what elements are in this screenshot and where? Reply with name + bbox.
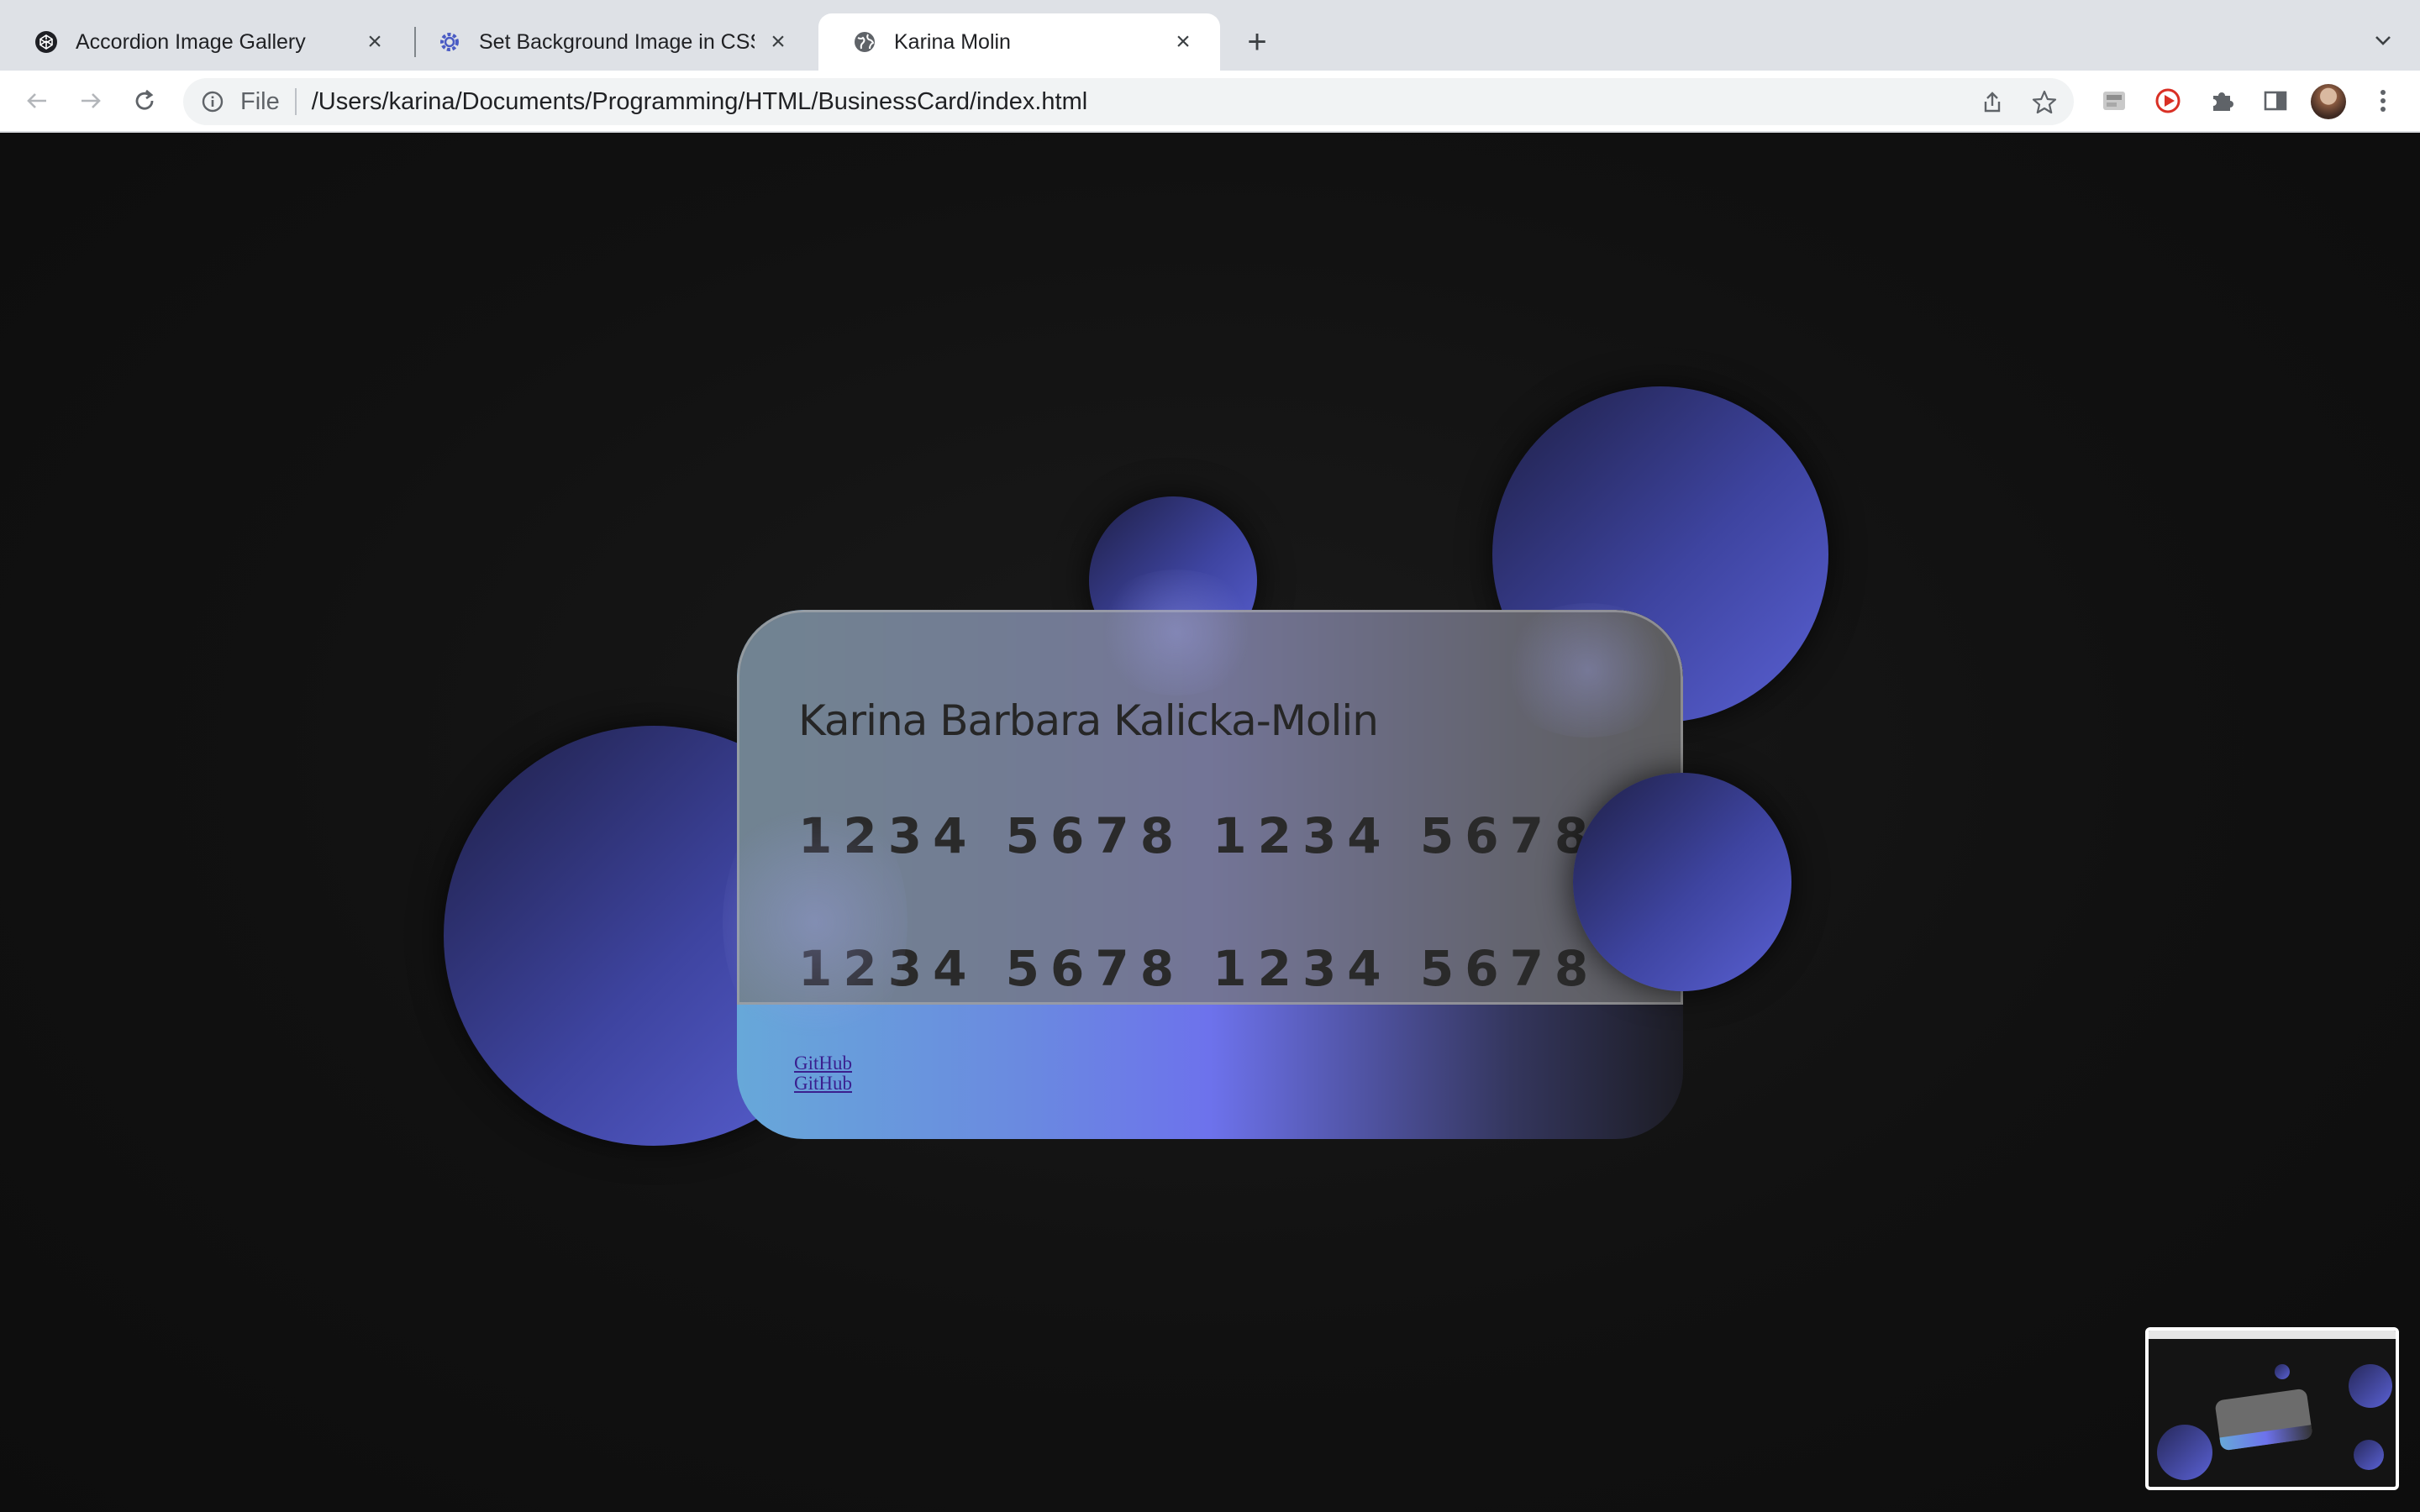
- tab-karina-molin[interactable]: Karina Molin ×: [818, 13, 1220, 71]
- thumbnail-card: [2214, 1388, 2313, 1452]
- thumbnail-circle: [2157, 1425, 2212, 1480]
- close-tab-icon[interactable]: ×: [765, 28, 792, 55]
- github-link[interactable]: GitHub: [794, 1074, 852, 1094]
- codepen-icon: [34, 29, 59, 55]
- card-holder-name: Karina Barbara Kalicka-Molin: [798, 696, 1379, 745]
- tab-title: Accordion Image Gallery: [76, 29, 306, 54]
- card-front-glass: Karina Barbara Kalicka-Molin 1234 5678 1…: [737, 610, 1683, 1005]
- screen-recorder-icon[interactable]: [2151, 84, 2185, 118]
- thumbnail-circle: [2354, 1440, 2384, 1470]
- info-icon[interactable]: [200, 89, 225, 114]
- tab-title: Set Background Image in CSS |: [479, 29, 755, 54]
- reload-icon[interactable]: [126, 82, 163, 119]
- decorative-circle-right: [1573, 773, 1791, 991]
- puzzle-icon[interactable]: [2205, 84, 2238, 118]
- extension-app-icon[interactable]: [2097, 84, 2131, 118]
- tab-accordion-image-gallery[interactable]: Accordion Image Gallery ×: [0, 13, 412, 71]
- github-link[interactable]: GitHub: [794, 1053, 852, 1074]
- browser-toolbar: File /Users/karina/Documents/Programming…: [0, 71, 2420, 133]
- back-arrow-icon[interactable]: [18, 82, 55, 119]
- divider: [294, 88, 297, 115]
- page-viewport: Karina Barbara Kalicka-Molin 1234 5678 1…: [0, 133, 2420, 1512]
- share-icon[interactable]: [1978, 88, 2007, 117]
- url-text[interactable]: /Users/karina/Documents/Programming/HTML…: [312, 88, 1087, 116]
- side-panel-icon[interactable]: [2259, 84, 2292, 118]
- thumbnail-circle: [2275, 1364, 2290, 1379]
- card-number-line-1: 1234 5678 1234 5678: [798, 807, 1600, 864]
- gear-icon: [437, 29, 462, 55]
- tab-set-background-image[interactable]: Set Background Image in CSS | ×: [420, 13, 815, 71]
- forward-arrow-icon[interactable]: [72, 82, 109, 119]
- address-bar[interactable]: File /Users/karina/Documents/Programming…: [183, 78, 2074, 125]
- new-tab-button[interactable]: +: [1240, 24, 1274, 60]
- url-scheme-label: File: [240, 87, 280, 115]
- screenshot-thumbnail[interactable]: [2145, 1327, 2399, 1490]
- star-icon[interactable]: [2030, 88, 2059, 117]
- avatar[interactable]: [2311, 84, 2346, 119]
- thumbnail-browser-bar: [2149, 1331, 2396, 1339]
- tab-title: Karina Molin: [894, 29, 1011, 54]
- card-links: GitHub GitHub: [794, 1053, 852, 1094]
- card-number-line-2: 1234 5678 1234 5678: [798, 940, 1600, 997]
- business-card: Karina Barbara Kalicka-Molin 1234 5678 1…: [737, 610, 1683, 1139]
- thumbnail-circle: [2349, 1364, 2392, 1408]
- kebab-menu-icon[interactable]: [2366, 84, 2400, 118]
- chevron-down-icon[interactable]: [2366, 24, 2400, 57]
- close-tab-icon[interactable]: ×: [361, 28, 388, 55]
- tab-separator: [414, 27, 416, 57]
- tab-strip: Accordion Image Gallery × Set Background…: [0, 0, 2420, 71]
- globe-icon: [852, 29, 877, 55]
- close-tab-icon[interactable]: ×: [1170, 28, 1197, 55]
